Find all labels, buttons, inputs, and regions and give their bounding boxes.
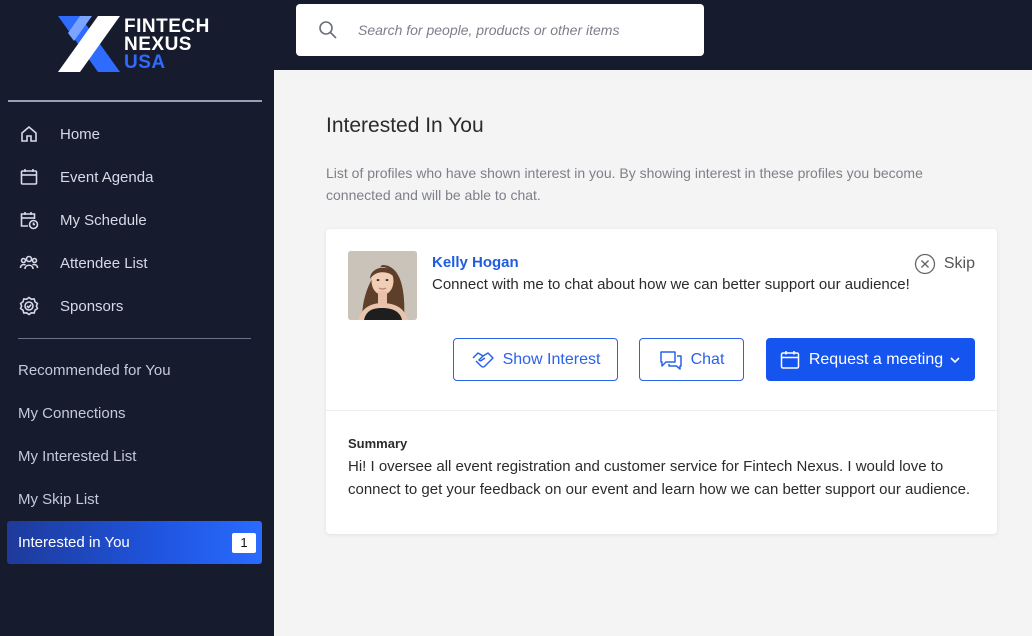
profile-tagline: Connect with me to chat about how we can… <box>432 276 910 293</box>
sidebar-divider <box>8 100 262 102</box>
count-badge: 1 <box>232 533 256 553</box>
sidebar-item-label: Home <box>60 125 101 143</box>
sidebar-item-label: My Schedule <box>60 211 147 229</box>
search-input[interactable] <box>358 22 678 38</box>
calendar-icon <box>780 350 800 369</box>
chat-bubble-icon <box>659 350 682 370</box>
summary-text: Hi! I oversee all event registration and… <box>348 458 971 498</box>
sidebar-item-attendee-list[interactable]: Attendee List <box>18 248 148 278</box>
card-divider <box>326 410 997 411</box>
sidebar-item-label: Sponsors <box>60 297 124 315</box>
sidebar-item-label: Event Agenda <box>60 168 154 186</box>
sidebar: FINTECH NEXUS USA Home Event Agenda My S… <box>0 0 274 636</box>
profile-photo <box>348 251 417 320</box>
sidebar-item-recommended[interactable]: Recommended for You <box>18 359 171 383</box>
chat-label: Chat <box>690 350 725 368</box>
page-title: Interested In You <box>326 114 484 137</box>
sidebar-item-label: Attendee List <box>60 254 148 272</box>
chat-button[interactable]: Chat <box>639 338 744 381</box>
logo-line-3: USA <box>124 52 166 73</box>
summary-label: Summary <box>348 436 408 451</box>
close-circle-icon <box>914 253 936 275</box>
sidebar-item-my-connections[interactable]: My Connections <box>18 402 126 426</box>
top-bar <box>274 0 1032 70</box>
fintech-nexus-logo[interactable]: FINTECH NEXUS USA <box>58 16 228 76</box>
show-interest-button[interactable]: Show Interest <box>453 338 618 381</box>
search-box[interactable] <box>296 4 704 56</box>
skip-button[interactable]: Skip <box>914 253 975 275</box>
sidebar-item-my-skip-list[interactable]: My Skip List <box>18 488 99 512</box>
request-meeting-button[interactable]: Request a meeting <box>766 338 975 381</box>
sidebar-item-label: Interested in You <box>18 534 130 551</box>
sidebar-item-event-agenda[interactable]: Event Agenda <box>18 162 153 192</box>
show-interest-label: Show Interest <box>502 350 601 368</box>
search-icon <box>319 21 337 39</box>
sidebar-item-my-schedule[interactable]: My Schedule <box>18 205 147 235</box>
chevron-down-icon <box>950 356 960 363</box>
page-description: List of profiles who have shown interest… <box>326 165 923 203</box>
sponsor-badge-icon <box>18 295 40 317</box>
sidebar-item-home[interactable]: Home <box>18 119 100 149</box>
handshake-icon <box>472 351 494 368</box>
profile-card: Kelly Hogan Connect with me to chat abou… <box>326 229 997 534</box>
avatar[interactable] <box>348 251 417 320</box>
request-meeting-label: Request a meeting <box>808 350 944 368</box>
sidebar-item-my-interested-list[interactable]: My Interested List <box>18 445 136 469</box>
sidebar-item-interested-in-you[interactable]: Interested in You 1 <box>7 521 262 564</box>
sidebar-divider <box>18 338 251 339</box>
profile-name-link[interactable]: Kelly Hogan <box>432 254 519 271</box>
x-logo-icon <box>58 16 120 72</box>
calendar-clock-icon <box>18 209 40 231</box>
group-icon <box>18 252 40 274</box>
home-icon <box>18 123 40 145</box>
skip-label: Skip <box>943 255 975 272</box>
calendar-icon <box>18 166 40 188</box>
sidebar-item-sponsors[interactable]: Sponsors <box>18 291 123 321</box>
